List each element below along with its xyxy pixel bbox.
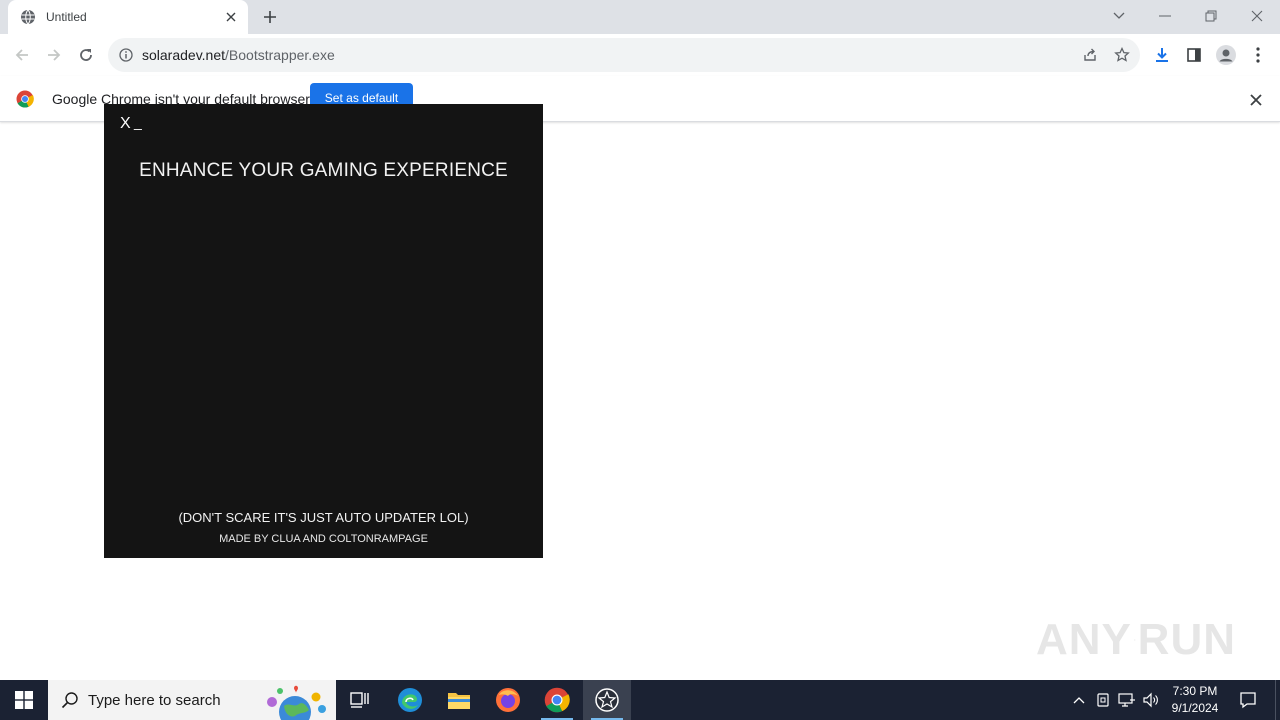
chrome-taskbar-button[interactable] (533, 680, 581, 720)
globe-icon (20, 9, 36, 25)
speaker-icon (1143, 692, 1158, 708)
restore-icon[interactable] (1188, 2, 1234, 30)
chrome-logo-icon (16, 90, 34, 108)
firefox-icon (496, 688, 520, 712)
popup-note: (DON'T SCARE IT'S JUST AUTO UPDATER LOL) (178, 510, 469, 525)
forward-icon[interactable] (40, 41, 68, 69)
url-domain: solaradev.net (142, 47, 226, 63)
start-button[interactable] (0, 680, 48, 720)
tray-device-button[interactable] (1092, 680, 1114, 720)
folder-icon (448, 693, 470, 709)
search-highlight-globe-icon (267, 685, 326, 720)
url-text: solaradev.net/Bootstrapper.exe (142, 47, 335, 63)
site-info-icon[interactable] (118, 47, 134, 63)
side-panel-icon[interactable] (1180, 41, 1208, 69)
watermark-right-text: RUN (1137, 615, 1236, 664)
back-icon[interactable] (8, 41, 36, 69)
task-view-button[interactable] (336, 680, 384, 720)
taskbar-search-box[interactable]: Type here to search (48, 680, 336, 720)
notification-center-button[interactable] (1232, 680, 1264, 720)
browser-toolbar: solaradev.net/Bootstrapper.exe (0, 34, 1280, 76)
download-icon[interactable] (1148, 41, 1176, 69)
share-icon[interactable] (1078, 43, 1102, 67)
windows-taskbar: Type here to search 7:30 PM 9/1/2024 (0, 680, 1280, 720)
search-icon (60, 690, 80, 710)
more-menu-icon[interactable] (1244, 41, 1272, 69)
minimize-icon[interactable] (1142, 2, 1188, 30)
watermark-play-icon (1134, 639, 1136, 641)
updater-popup-window: X _ ENHANCE YOUR GAMING EXPERIENCE (DON'… (104, 104, 543, 558)
search-placeholder: Type here to search (88, 691, 221, 709)
address-bar[interactable]: solaradev.net/Bootstrapper.exe (108, 38, 1140, 72)
popup-minimize-button[interactable]: _ (134, 114, 142, 130)
firefox-taskbar-button[interactable] (484, 680, 532, 720)
new-tab-icon[interactable] (259, 6, 281, 28)
url-path: /Bootstrapper.exe (225, 47, 335, 63)
window-close-icon[interactable] (1234, 2, 1280, 30)
device-icon (1097, 693, 1109, 707)
clock-time: 7:30 PM (1172, 684, 1218, 698)
profile-avatar-icon[interactable] (1212, 41, 1240, 69)
edge-icon (398, 688, 422, 712)
bootstrapper-app-icon (595, 688, 619, 712)
browser-tab[interactable]: Untitled (8, 0, 248, 34)
tab-strip: Untitled (0, 0, 1280, 34)
show-desktop-button[interactable] (1275, 680, 1280, 720)
bookmark-star-icon[interactable] (1110, 43, 1134, 67)
notification-icon (1240, 692, 1256, 709)
show-hidden-icons-button[interactable] (1068, 680, 1090, 720)
infobar-close-icon[interactable] (1246, 90, 1266, 110)
anyrun-watermark: ANY RUN (1036, 610, 1236, 670)
task-view-icon (350, 692, 369, 708)
tab-close-icon[interactable] (222, 8, 240, 26)
volume-button[interactable] (1140, 680, 1162, 720)
tab-title: Untitled (46, 10, 87, 24)
windows-logo-icon (15, 691, 33, 709)
bootstrapper-taskbar-button[interactable] (583, 680, 631, 720)
network-button[interactable] (1116, 680, 1138, 720)
network-icon (1118, 693, 1135, 707)
reload-icon[interactable] (72, 41, 100, 69)
clock-date: 9/1/2024 (1171, 701, 1219, 715)
taskbar-clock[interactable]: 7:30 PM 9/1/2024 (1166, 683, 1224, 717)
file-explorer-taskbar-button[interactable] (435, 680, 483, 720)
tab-search-chevron-icon[interactable] (1096, 2, 1142, 30)
popup-headline: ENHANCE YOUR GAMING EXPERIENCE (139, 160, 508, 181)
chevron-up-icon (1073, 697, 1085, 704)
popup-credit: MADE BY CLUA AND COLTONRAMPAGE (219, 533, 428, 545)
edge-taskbar-button[interactable] (386, 680, 434, 720)
popup-close-button[interactable]: X (120, 115, 131, 133)
watermark-left-text: ANY (1036, 615, 1132, 664)
chrome-icon (544, 687, 570, 713)
